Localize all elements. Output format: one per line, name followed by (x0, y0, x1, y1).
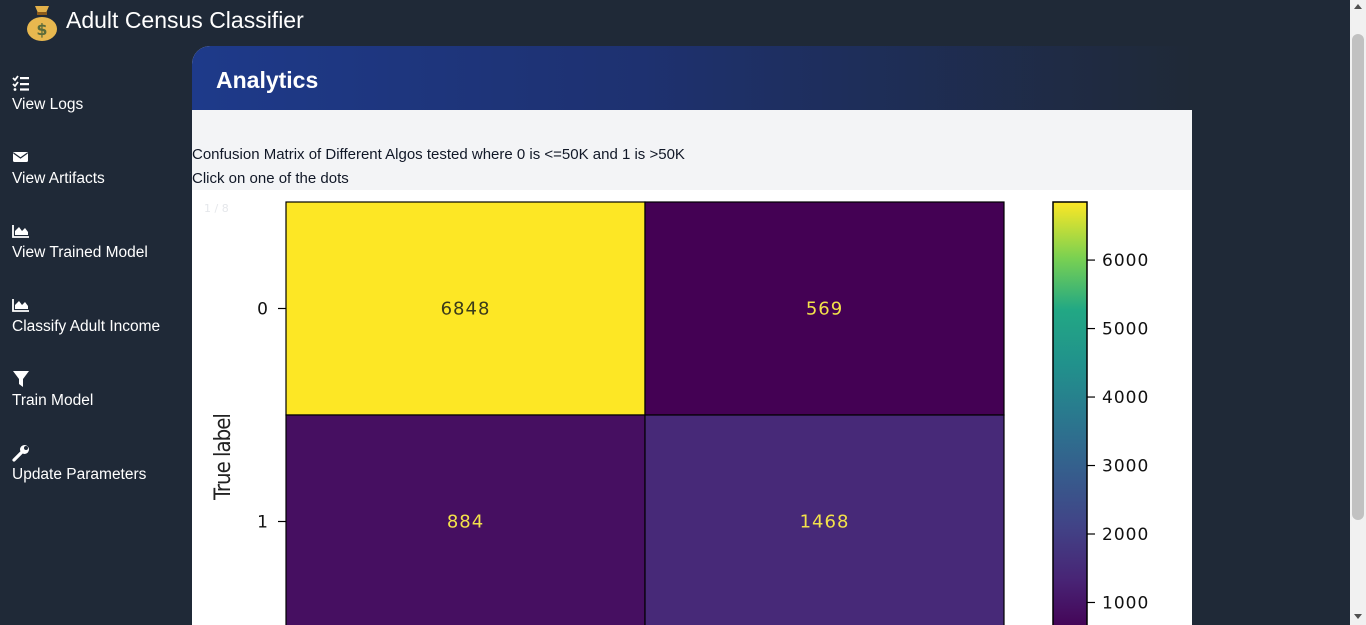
sidebar-item-label: Update Parameters (12, 466, 147, 483)
sidebar-item-label: View Artifacts (12, 170, 105, 187)
main-panel: Analytics Confusion Matrix of Different … (192, 46, 1192, 625)
colorbar-tick-label: 3000 (1102, 457, 1149, 477)
colorbar-tick-label: 5000 (1102, 320, 1149, 340)
main-header: Analytics (192, 46, 1192, 110)
money-bag-icon: $ (27, 6, 57, 41)
top-bar: $ Adult Census Classifier (0, 0, 1350, 44)
page-scrollbar[interactable] (1350, 0, 1366, 625)
chart-instruction: Click on one of the dots (192, 170, 349, 187)
sidebar-item-label: Train Model (12, 392, 94, 409)
cell-value-label: 569 (806, 299, 843, 320)
wrench-icon (12, 445, 29, 462)
sidebar-item-label: View Logs (12, 96, 84, 113)
y-tick-label: 0 (257, 300, 268, 320)
sidebar-item-label: Classify Adult Income (12, 318, 161, 335)
cell-value-label: 884 (447, 512, 484, 533)
filter-icon (13, 371, 29, 387)
sidebar-item-view-artifacts[interactable]: View Artifacts (12, 148, 187, 210)
colorbar (1052, 201, 1088, 625)
sidebar-item-view-trained-model[interactable]: View Trained Model (12, 222, 187, 284)
sidebar-item-label: View Trained Model (12, 244, 148, 261)
chart-description: Confusion Matrix of Different Algos test… (192, 146, 685, 163)
cell-value-label: 1468 (800, 512, 850, 533)
sidebar-item-view-logs[interactable]: View Logs (12, 74, 187, 136)
colorbar-tick-label: 1000 (1102, 593, 1149, 613)
area-chart-icon (12, 225, 29, 238)
scroll-down-arrow-icon[interactable] (1354, 614, 1362, 619)
sidebar-item-update-parameters[interactable]: Update Parameters (12, 444, 187, 506)
app-title: Adult Census Classifier (66, 7, 304, 33)
sidebar-item-train-model[interactable]: Train Model (12, 370, 187, 432)
colorbar-tick-label: 4000 (1102, 388, 1149, 408)
cell-value-label: 6848 (441, 299, 491, 320)
scrollbar-thumb[interactable] (1352, 34, 1364, 520)
page-title: Analytics (216, 67, 319, 93)
confusion-matrix-chart: 1 / 8 True label 6848 569 884 1468 0 1 6000 5… (204, 201, 1149, 625)
list-check-icon (12, 75, 29, 91)
slide-counter: 1 / 8 (204, 202, 229, 215)
envelope-icon (13, 152, 28, 162)
area-chart-icon (12, 299, 29, 312)
sidebar-item-classify-adult-income[interactable]: Classify Adult Income (12, 296, 187, 358)
svg-text:$: $ (36, 20, 47, 39)
colorbar-tick-label: 6000 (1102, 251, 1149, 271)
slideshow-image[interactable]: 1 / 8 True label 6848 569 884 1468 0 1 6000 5… (192, 190, 1192, 625)
colorbar-tick-label: 2000 (1102, 525, 1149, 545)
y-axis-label: True label (211, 414, 236, 501)
y-tick-label: 1 (257, 513, 268, 533)
sidebar: View Logs View Artifacts View Trained Mo… (0, 44, 192, 625)
scroll-up-arrow-icon[interactable] (1354, 4, 1362, 9)
